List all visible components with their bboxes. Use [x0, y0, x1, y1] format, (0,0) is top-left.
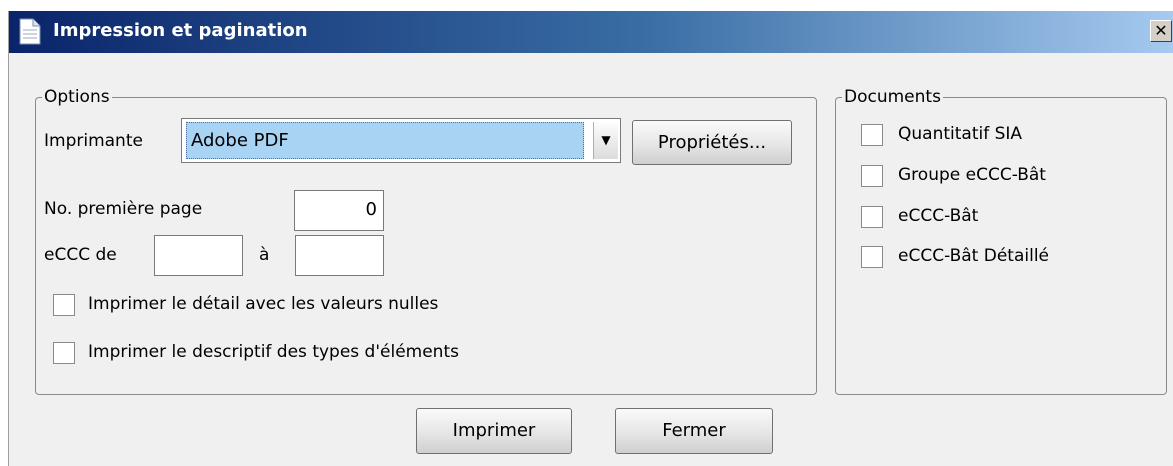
title-bar: Impression et pagination ✕ [9, 11, 1173, 53]
doc-label-groupe-eccc-bat: Groupe eCCC-Bât [898, 165, 1046, 185]
window-title: Impression et pagination [53, 20, 308, 41]
null-values-label: Imprimer le détail avec les valeurs null… [88, 294, 439, 314]
element-types-checkbox[interactable] [53, 342, 75, 364]
doc-checkbox-groupe-eccc-bat[interactable] [861, 165, 883, 187]
first-page-input[interactable]: 0 [294, 190, 384, 231]
document-icon [19, 18, 41, 45]
eccc-from-label: eCCC de [44, 245, 117, 265]
documents-legend: Documents [844, 87, 941, 107]
printer-selected-value: Adobe PDF [186, 122, 584, 159]
eccc-to-input[interactable] [295, 235, 384, 276]
chevron-down-icon[interactable]: ▼ [593, 122, 618, 159]
eccc-to-label: à [259, 245, 270, 265]
eccc-from-input[interactable] [154, 235, 243, 276]
printer-select[interactable]: Adobe PDF ▼ [181, 118, 621, 163]
doc-label-quantitatif-sia: Quantitatif SIA [898, 124, 1023, 144]
print-dialog: Impression et pagination ✕ Options Impri… [8, 11, 1173, 466]
null-values-checkbox[interactable] [53, 294, 75, 316]
print-button[interactable]: Imprimer [416, 408, 572, 454]
printer-label: Imprimante [44, 131, 143, 151]
element-types-label: Imprimer le descriptif des types d'éléme… [88, 342, 459, 362]
close-window-button[interactable]: ✕ [1150, 20, 1172, 42]
doc-checkbox-eccc-bat-detaille[interactable] [861, 246, 883, 268]
properties-button[interactable]: Propriétés... [632, 120, 792, 165]
doc-label-eccc-bat-detaille: eCCC-Bât Détaillé [898, 246, 1050, 266]
options-legend: Options [44, 87, 110, 107]
doc-label-eccc-bat: eCCC-Bât [898, 206, 979, 226]
close-icon: ✕ [1154, 21, 1168, 40]
first-page-label: No. première page [44, 199, 203, 219]
doc-checkbox-eccc-bat[interactable] [861, 206, 883, 228]
doc-checkbox-quantitatif-sia[interactable] [861, 124, 883, 146]
close-button[interactable]: Fermer [615, 408, 773, 454]
